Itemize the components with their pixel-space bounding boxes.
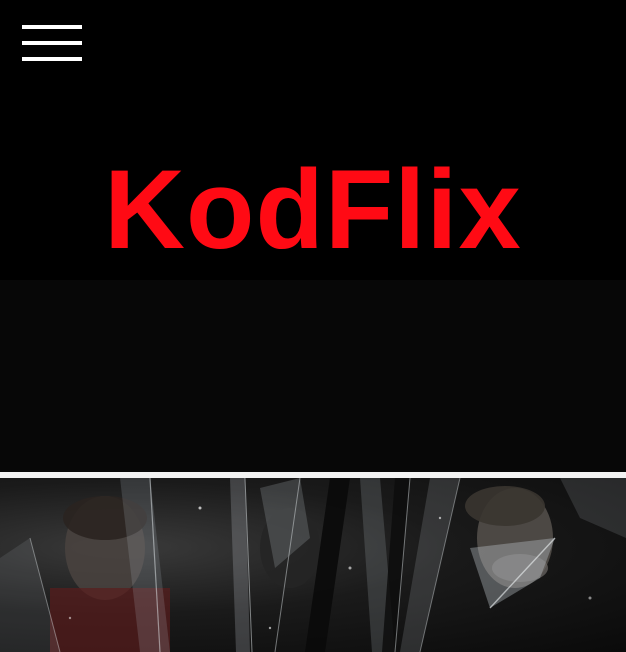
- banner-poster-image[interactable]: [0, 478, 626, 652]
- site-logo[interactable]: KodFlix: [0, 150, 626, 270]
- shattered-glass-graphic: [0, 478, 626, 652]
- menu-bar-middle: [22, 41, 82, 45]
- menu-bar-top: [22, 25, 82, 29]
- menu-bar-bottom: [22, 57, 82, 61]
- hero-dark-band: [0, 280, 626, 472]
- hamburger-menu-icon[interactable]: [22, 25, 82, 63]
- page: KodFlix: [0, 0, 626, 652]
